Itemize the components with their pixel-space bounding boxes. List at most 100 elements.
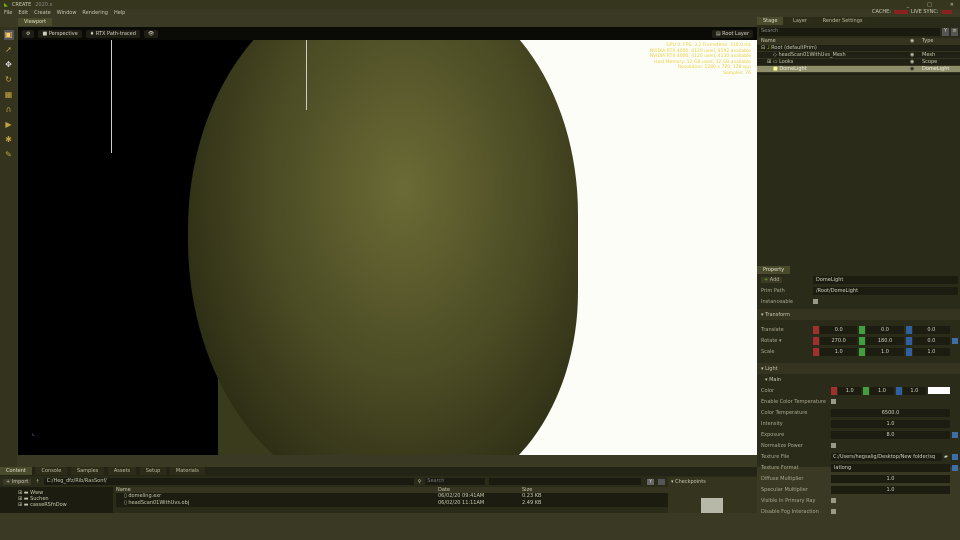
select-icon[interactable]: ➚ (4, 45, 14, 55)
menu-create[interactable]: Create (34, 10, 51, 16)
menu-help[interactable]: Help (114, 10, 125, 16)
intensity-field[interactable]: 1.0 (831, 419, 950, 428)
scale-row: Scale 1.0 1.0 1.0 (757, 346, 960, 357)
eye-icon[interactable]: ◉ (910, 66, 922, 72)
snap-icon[interactable]: ∩ (4, 105, 14, 115)
maximize-button[interactable]: □ (927, 2, 932, 8)
scale-z[interactable]: 1.0 (912, 347, 950, 356)
menu-rendering[interactable]: Rendering (82, 10, 108, 16)
rotate-x[interactable]: 270.0 (820, 336, 858, 345)
tab-setup[interactable]: Setup (139, 467, 167, 475)
file-row[interactable]: ▯ domeling.exr 06/02/20 09:41AM 0.23 KB (116, 493, 668, 500)
texture-file-field[interactable]: C:/Users/hegsalig/Desktop/New folder/sq (831, 452, 942, 461)
physics-icon[interactable]: ✱ (4, 135, 14, 145)
stage-row-mesh[interactable]: ◇ headScan01WithUvs_Mesh ◉ Mesh (757, 52, 960, 59)
file-row[interactable]: ▯ headScan01WithUvs.obj 06/02/20 11:11AM 2… (116, 500, 668, 507)
paint-icon[interactable]: ✎ (4, 150, 14, 160)
translate-x[interactable]: 0.0 (820, 325, 858, 334)
fog-label: Disable Fog Interaction (761, 508, 819, 515)
translate-z[interactable]: 0.0 (912, 325, 950, 334)
cache-toggle[interactable] (893, 10, 908, 14)
scale-icon[interactable]: ▦ (4, 90, 14, 100)
translate-y[interactable]: 0.0 (866, 325, 904, 334)
scale-y[interactable]: 1.0 (866, 347, 904, 356)
path-field[interactable]: C:/Heg_dfz/Rib/RasSonf/ (43, 478, 414, 485)
up-arrow-icon[interactable]: ⇡ (35, 479, 39, 485)
live-sync-label: LIVE SYNC: (910, 9, 939, 15)
stage-search-input[interactable]: Search (759, 28, 940, 36)
filter-icon[interactable]: Y (647, 478, 654, 485)
tab-assets[interactable]: Assets (107, 467, 137, 475)
close-button[interactable]: ✕ (950, 2, 954, 8)
move-icon[interactable]: ✥ (4, 60, 14, 70)
tab-stage[interactable]: Stage (757, 17, 784, 25)
stage-row-domelight[interactable]: ■ DomeLight ◉ DomeLight (757, 66, 960, 73)
visible-primary-checkbox[interactable] (831, 498, 836, 503)
reset-icon[interactable] (952, 431, 958, 438)
enable-color-temp-checkbox[interactable] (831, 399, 836, 404)
menu-window[interactable]: Window (57, 10, 77, 16)
minimize-button[interactable]: _ (907, 2, 910, 8)
color-r[interactable]: 1.0 (838, 386, 862, 395)
color-b[interactable]: 1.0 (902, 386, 926, 395)
enable-color-temp-label: Enable Color Temperature (761, 398, 826, 405)
color-swatch[interactable] (927, 387, 950, 394)
select-mode-icon[interactable]: ▣ (3, 30, 14, 40)
import-button[interactable]: + Import (3, 478, 32, 485)
stage-row-looks[interactable]: ⊞ ▭ Looks ◉ Scope (757, 59, 960, 66)
folder-icon[interactable]: ▰ (944, 454, 952, 460)
live-sync-toggle[interactable] (941, 10, 952, 14)
fog-checkbox[interactable] (831, 509, 836, 514)
viewport-canvas[interactable]: GPU 0: FPS: 3.2 Frametime: 310.0 ms NVID… (18, 40, 757, 455)
prim-name-field[interactable]: DomeLight (813, 275, 958, 284)
reset-icon[interactable] (952, 453, 958, 460)
play-icon[interactable]: ▶ (4, 120, 14, 130)
transform-section-header[interactable]: ▾ Transform (757, 309, 960, 320)
exposure-field[interactable]: 8.0 (831, 430, 950, 439)
tab-layer[interactable]: Layer (787, 17, 813, 25)
menu-edit[interactable]: Edit (18, 10, 28, 16)
filter-icon[interactable]: Y (942, 28, 949, 36)
eye-icon[interactable]: ◉ (910, 52, 922, 58)
light-section-header[interactable]: ▾ Light (757, 363, 960, 374)
specular-field[interactable]: 1.0 (831, 485, 950, 494)
normalize-checkbox[interactable] (831, 443, 836, 448)
visibility-eye-icon[interactable]: 👁 (143, 29, 159, 38)
transform-label: Transform (765, 311, 790, 318)
row-type: Mesh (922, 52, 936, 58)
renderer-button[interactable]: ♦ RTX Path-traced (85, 29, 140, 38)
options-icon[interactable]: ≡ (951, 28, 958, 36)
stage-row-root[interactable]: ⊟ ⅃ Root (defaultPrim) (757, 45, 960, 52)
rotate-z[interactable]: 0.0 (912, 336, 950, 345)
options-icon[interactable] (658, 478, 665, 485)
tab-console[interactable]: Console (35, 467, 68, 475)
color-g[interactable]: 1.0 (870, 386, 894, 395)
settings-gear-icon[interactable]: ⚙ (22, 29, 35, 38)
instanceable-checkbox[interactable] (813, 299, 818, 304)
color-temp-field[interactable]: 6500.0 (831, 408, 950, 417)
tab-samples[interactable]: Samples (70, 467, 105, 475)
tab-property[interactable]: Property (757, 266, 791, 274)
rotate-label[interactable]: Rotate ▾ (761, 338, 813, 344)
texture-format-dropdown[interactable]: latlong (831, 463, 950, 472)
rotate-icon[interactable]: ↻ (4, 75, 14, 85)
main-section-header[interactable]: ▾ Main (757, 374, 960, 385)
root-layer-button[interactable]: ▤ Root Layer (711, 29, 753, 38)
prim-path-field[interactable]: /Root/DomeLight (813, 286, 958, 295)
rotate-y[interactable]: 180.0 (866, 336, 904, 345)
content-search-input[interactable]: Search (425, 478, 486, 485)
camera-button[interactable]: ■ Perspective (38, 29, 82, 38)
diffuse-field[interactable]: 1.0 (831, 474, 950, 483)
eye-icon[interactable]: ◉ (910, 59, 922, 65)
tab-content[interactable]: Content (0, 467, 32, 475)
tree-item[interactable]: ⊞ ▬ casseRSfnDow (0, 502, 113, 508)
checkpoints-label: Checkpoints (675, 479, 706, 485)
add-button[interactable]: + Add (761, 276, 783, 283)
scale-x[interactable]: 1.0 (820, 347, 858, 356)
tab-viewport[interactable]: Viewport (18, 18, 53, 26)
reset-icon[interactable] (952, 464, 958, 471)
tab-materials[interactable]: Materials (169, 467, 205, 475)
reset-icon[interactable] (951, 337, 958, 344)
tab-render-settings[interactable]: Render Settings (816, 17, 869, 25)
menu-file[interactable]: File (4, 10, 12, 16)
